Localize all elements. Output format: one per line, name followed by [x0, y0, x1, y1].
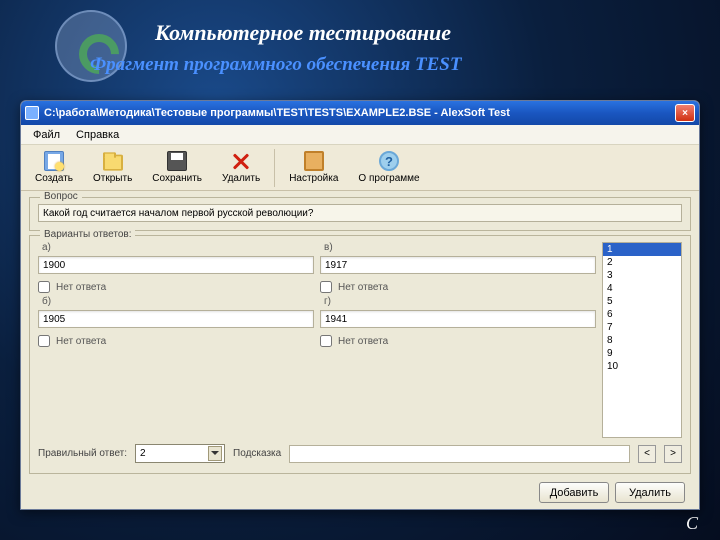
list-item[interactable]: 3 [603, 269, 681, 282]
prev-button[interactable]: < [638, 445, 656, 463]
settings-label: Настройка [289, 173, 338, 184]
answer-v-none-checkbox[interactable] [320, 281, 332, 293]
answer-b-input[interactable] [38, 310, 314, 328]
delete-icon [231, 151, 251, 171]
list-item[interactable]: 10 [603, 360, 681, 373]
chevron-down-icon [208, 446, 222, 461]
new-icon [44, 151, 64, 171]
answer-v-label: в) [320, 242, 596, 253]
list-item[interactable]: 2 [603, 256, 681, 269]
delete-question-button[interactable]: Удалить [615, 482, 685, 503]
answer-v-none-label: Нет ответа [338, 282, 388, 293]
about-icon [379, 151, 399, 171]
correct-answer-select[interactable]: 2 [135, 444, 225, 463]
bottom-row: Правильный ответ: 2 Подсказка < > [38, 442, 682, 465]
app-icon [25, 106, 39, 120]
content-area: Вопрос Варианты ответов: а) Нет ответа б… [21, 191, 699, 509]
new-button[interactable]: Создать [25, 149, 83, 186]
delete-button[interactable]: Удалить [212, 149, 270, 186]
list-item[interactable]: 1 [603, 243, 681, 256]
correct-answer-value: 2 [140, 448, 208, 459]
answers-left-col: а) Нет ответа б) Нет ответа [38, 242, 314, 438]
list-item[interactable]: 4 [603, 282, 681, 295]
answers-right-col: в) Нет ответа г) Нет ответа [320, 242, 596, 438]
save-button[interactable]: Сохранить [142, 149, 212, 186]
titlebar[interactable]: C:\работа\Методика\Тестовые программы\TE… [21, 101, 699, 125]
open-label: Открыть [93, 173, 132, 184]
answer-b-label: б) [38, 296, 314, 307]
list-item[interactable]: 8 [603, 334, 681, 347]
slide-subtitle: Фрагмент программного обеспечения TEST [90, 54, 461, 76]
answer-a-label: а) [38, 242, 314, 253]
answers-fieldset: Варианты ответов: а) Нет ответа б) Нет о… [29, 235, 691, 474]
add-button[interactable]: Добавить [539, 482, 609, 503]
list-item[interactable]: 6 [603, 308, 681, 321]
delete-label: Удалить [222, 173, 260, 184]
settings-icon [304, 151, 324, 171]
footer-buttons: Добавить Удалить [29, 478, 691, 505]
new-label: Создать [35, 173, 73, 184]
menubar: Файл Справка [21, 125, 699, 145]
answer-g-none-label: Нет ответа [338, 336, 388, 347]
hint-input[interactable] [289, 445, 630, 463]
toolbar-separator [274, 149, 275, 187]
next-button[interactable]: > [664, 445, 682, 463]
about-button[interactable]: О программе [348, 149, 429, 186]
slide-title: Компьютерное тестирование [155, 20, 451, 46]
answer-a-none-checkbox[interactable] [38, 281, 50, 293]
list-item[interactable]: 9 [603, 347, 681, 360]
answer-b-none-checkbox[interactable] [38, 335, 50, 347]
answer-a-input[interactable] [38, 256, 314, 274]
about-label: О программе [358, 173, 419, 184]
menu-help[interactable]: Справка [68, 127, 127, 143]
slide-footer: С [686, 513, 698, 534]
list-item[interactable]: 7 [603, 321, 681, 334]
list-item[interactable]: 5 [603, 295, 681, 308]
answer-v-input[interactable] [320, 256, 596, 274]
open-button[interactable]: Открыть [83, 149, 142, 186]
open-icon [103, 155, 123, 171]
answer-g-input[interactable] [320, 310, 596, 328]
question-input[interactable] [38, 204, 682, 222]
close-button[interactable]: × [675, 104, 695, 122]
question-fieldset: Вопрос [29, 197, 691, 231]
save-label: Сохранить [152, 173, 202, 184]
answers-legend: Варианты ответов: [40, 229, 135, 240]
settings-button[interactable]: Настройка [279, 149, 348, 186]
save-icon [167, 151, 187, 171]
correct-label: Правильный ответ: [38, 448, 127, 459]
menu-file[interactable]: Файл [25, 127, 68, 143]
app-window: C:\работа\Методика\Тестовые программы\TE… [20, 100, 700, 510]
question-list[interactable]: 1 2 3 4 5 6 7 8 9 10 [602, 242, 682, 438]
answer-b-none-label: Нет ответа [56, 336, 106, 347]
toolbar: Создать Открыть Сохранить Удалить Настро… [21, 145, 699, 191]
question-legend: Вопрос [40, 191, 82, 202]
answer-a-none-label: Нет ответа [56, 282, 106, 293]
answer-g-label: г) [320, 296, 596, 307]
hint-label: Подсказка [233, 448, 281, 459]
answer-g-none-checkbox[interactable] [320, 335, 332, 347]
titlebar-text: C:\работа\Методика\Тестовые программы\TE… [44, 107, 675, 119]
